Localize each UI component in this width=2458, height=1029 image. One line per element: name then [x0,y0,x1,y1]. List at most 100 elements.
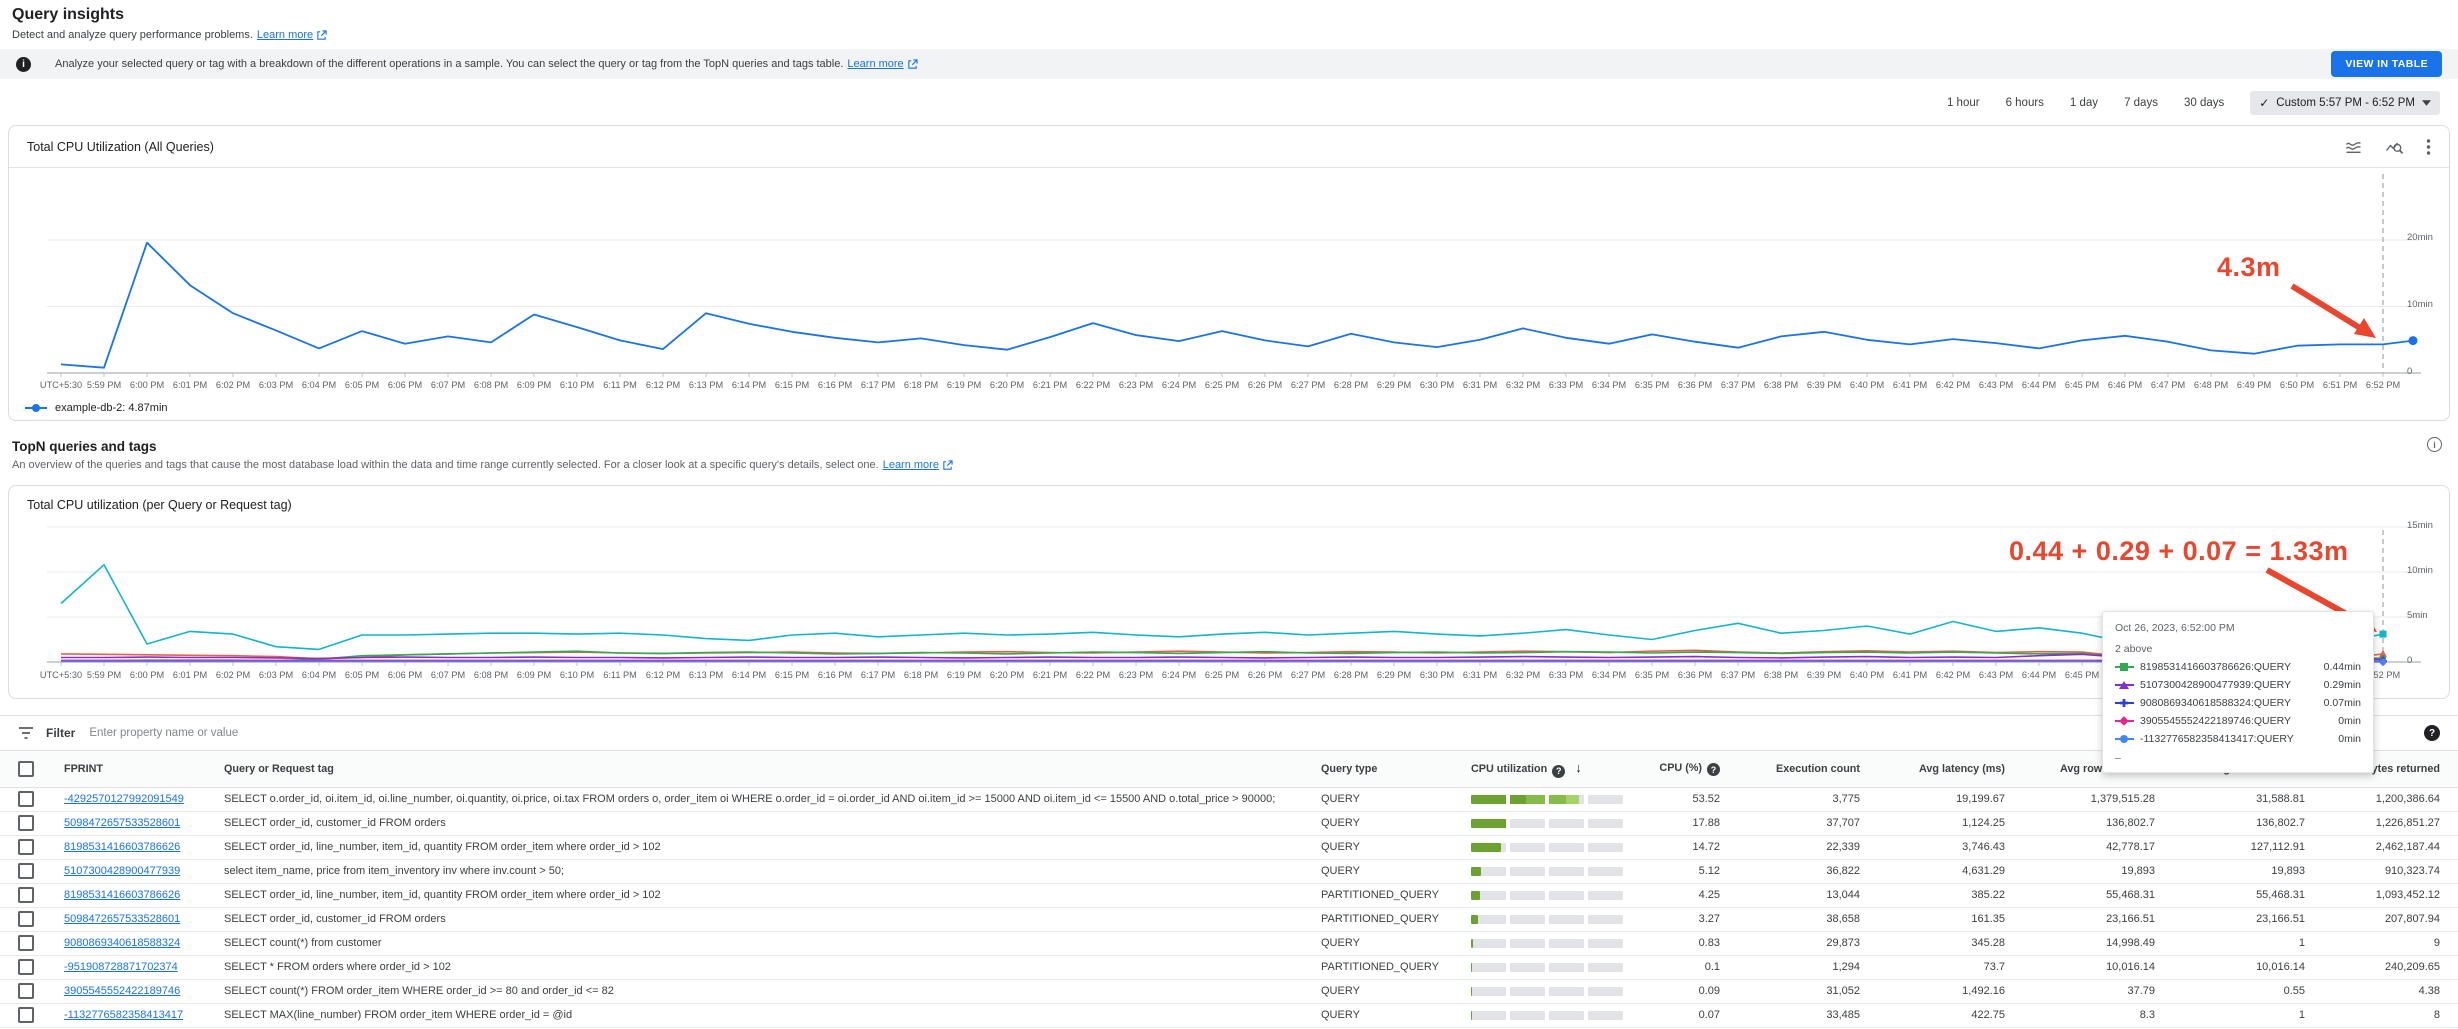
fprint-link[interactable]: 3905545552422189746 [64,985,180,997]
table-row[interactable]: 8198531416603786626SELECT order_id, line… [0,883,2458,907]
query-type: QUERY [1313,811,1463,835]
time-range-option[interactable]: 7 days [2124,97,2158,109]
tooltip-series-id: 5107300428900477939:QUERY [2140,679,2318,691]
y-axis-label: 20min [2407,232,2433,243]
tooltip-series-id: 8198531416603786626:QUERY [2140,661,2318,673]
x-tick-label: 6:40 PM [1850,670,1884,680]
cpu-utilization-bar [1471,819,1623,828]
col-avg-latency[interactable]: Avg latency (ms) [1878,751,2023,787]
diamond-marker-icon [2115,716,2134,726]
row-checkbox[interactable] [18,791,34,807]
legend-label: example-db-2: 4.87min [55,402,168,414]
topn-chart-card: Total CPU utilization (per Query or Requ… [8,485,2450,699]
cpu-utilization-bar [1471,867,1623,876]
x-tick-label: 6:31 PM [1463,670,1497,680]
query-text: SELECT count(*) FROM order_item WHERE or… [216,979,1313,1003]
table-row[interactable]: 5107300428900477939select item_name, pri… [0,859,2458,883]
avg-latency: 161.35 [1878,907,2023,931]
external-link-icon [942,460,953,471]
time-range-option[interactable]: 6 hours [2006,97,2044,109]
cpu-percent: 0.83 [1643,931,1738,955]
subtitle-learn-more-link[interactable]: Learn more [257,29,327,41]
banner-learn-more-link[interactable]: Learn more [847,58,917,70]
filter-input[interactable] [87,726,2412,740]
bytes-returned: 207,807.94 [2323,907,2458,931]
custom-time-range-chip[interactable]: ✓ Custom 5:57 PM - 6:52 PM [2250,91,2440,115]
topn-learn-more-link[interactable]: Learn more [883,459,953,471]
table-row[interactable]: 5098472657533528601 SELECT order_id, cust… [0,811,2458,835]
fprint-link[interactable]: 9080869340618588324 [64,937,180,949]
total-cpu-chart[interactable] [21,168,2425,384]
custom-range-label: Custom 5:57 PM - 6:52 PM [2276,97,2415,109]
x-tick-label: 6:29 PM [1377,380,1411,390]
help-icon[interactable]: ? [2424,725,2440,741]
table-row[interactable]: 3905545552422189746 SELECT count(*) FROM … [0,979,2458,1003]
col-execution-count[interactable]: Execution count [1738,751,1878,787]
cpu-percent: 0.07 [1643,1003,1738,1027]
circle-marker-icon [2115,734,2134,744]
table-row[interactable]: 8198531416603786626SELECT order_id, line… [0,835,2458,859]
cpu-total-annotation: 4.3m [2217,252,2281,283]
query-text: SELECT order_id, customer_id FROM orders [216,811,1313,835]
col-query-type[interactable]: Query type [1313,751,1463,787]
time-range-option[interactable]: 30 days [2184,97,2224,109]
x-tick-label: 6:50 PM [2280,380,2314,390]
avg-latency: 1,492.16 [1878,979,2023,1003]
x-tick-label: 6:20 PM [990,380,1024,390]
table-row[interactable]: 9080869340618588324SELECT count(*) from … [0,931,2458,955]
sort-descending-icon[interactable]: ↓ [1575,760,1582,775]
area-chart-toggle-icon[interactable] [2344,138,2363,156]
query-type: QUERY [1313,859,1463,883]
row-checkbox[interactable] [18,863,34,879]
chevron-down-icon [2422,100,2431,106]
x-tick-label: 6:42 PM [1936,380,1970,390]
topn-info-icon[interactable]: i [2427,437,2442,452]
fprint-link[interactable]: -951908728871702374 [64,961,178,973]
row-checkbox[interactable] [18,839,34,855]
time-range-option[interactable]: 1 hour [1947,97,1980,109]
y-axis-label: 0 [2407,655,2412,666]
info-banner: i Analyze your selected query or tag wit… [0,49,2458,79]
table-row[interactable]: -951908728871702374SELECT * FROM orders … [0,955,2458,979]
help-icon[interactable]: ? [1707,763,1720,776]
row-checkbox[interactable] [18,935,34,951]
row-checkbox[interactable] [18,983,34,999]
table-row[interactable]: -1132776582358413417SELECT MAX(line_numb… [0,1003,2458,1027]
fprint-link[interactable]: -4292570127992091549 [64,793,184,805]
x-tick-label: 6:12 PM [646,380,680,390]
x-tick-label: 6:36 PM [1678,380,1712,390]
x-tick-label: 6:27 PM [1291,670,1325,680]
view-in-table-button[interactable]: VIEW IN TABLE [2331,51,2442,77]
fprint-link[interactable]: 5107300428900477939 [64,865,180,877]
time-range-option[interactable]: 1 day [2070,97,2098,109]
row-checkbox[interactable] [18,959,34,975]
avg-latency: 1,124.25 [1878,811,2023,835]
col-query[interactable]: Query or Request tag [216,751,1313,787]
col-fprint[interactable]: FPRINT [56,751,216,787]
fprint-link[interactable]: -1132776582358413417 [64,1009,183,1021]
y-axis-label: 5min [2407,610,2428,621]
fprint-link[interactable]: 5098472657533528601 [64,913,180,925]
help-icon[interactable]: ? [1552,765,1565,778]
avg-rows-scanned: 1,379,515.28 [2023,787,2173,811]
row-checkbox[interactable] [18,887,34,903]
explore-query-plot-icon[interactable] [2385,138,2404,156]
chart1-area: 20min 10min 0 UTC+5:305:59 PM6:00 PM6:01… [9,168,2449,420]
fprint-link[interactable]: 5098472657533528601 [64,817,180,829]
x-tick-label: 6:11 PM [603,670,637,680]
row-checkbox[interactable] [18,815,34,831]
more-vert-menu-icon[interactable] [2426,138,2431,156]
select-all-checkbox[interactable] [18,761,34,777]
x-tick-label: 6:39 PM [1807,670,1841,680]
col-cpu-utilization[interactable]: CPU utilization?↓ [1463,751,1643,787]
avg-rows-scanned: 10,016.14 [2023,955,2173,979]
cpu-percent: 53.52 [1643,787,1738,811]
table-row[interactable]: 5098472657533528601SELECT order_id, cust… [0,907,2458,931]
fprint-link[interactable]: 8198531416603786626 [64,889,180,901]
fprint-link[interactable]: 8198531416603786626 [64,841,180,853]
row-checkbox[interactable] [18,911,34,927]
cpu-utilization-bar [1471,987,1623,996]
table-row[interactable]: -4292570127992091549SELECT o.order_id, o… [0,787,2458,811]
col-cpu-percent[interactable]: CPU (%)? [1643,751,1738,787]
row-checkbox[interactable] [18,1007,34,1023]
